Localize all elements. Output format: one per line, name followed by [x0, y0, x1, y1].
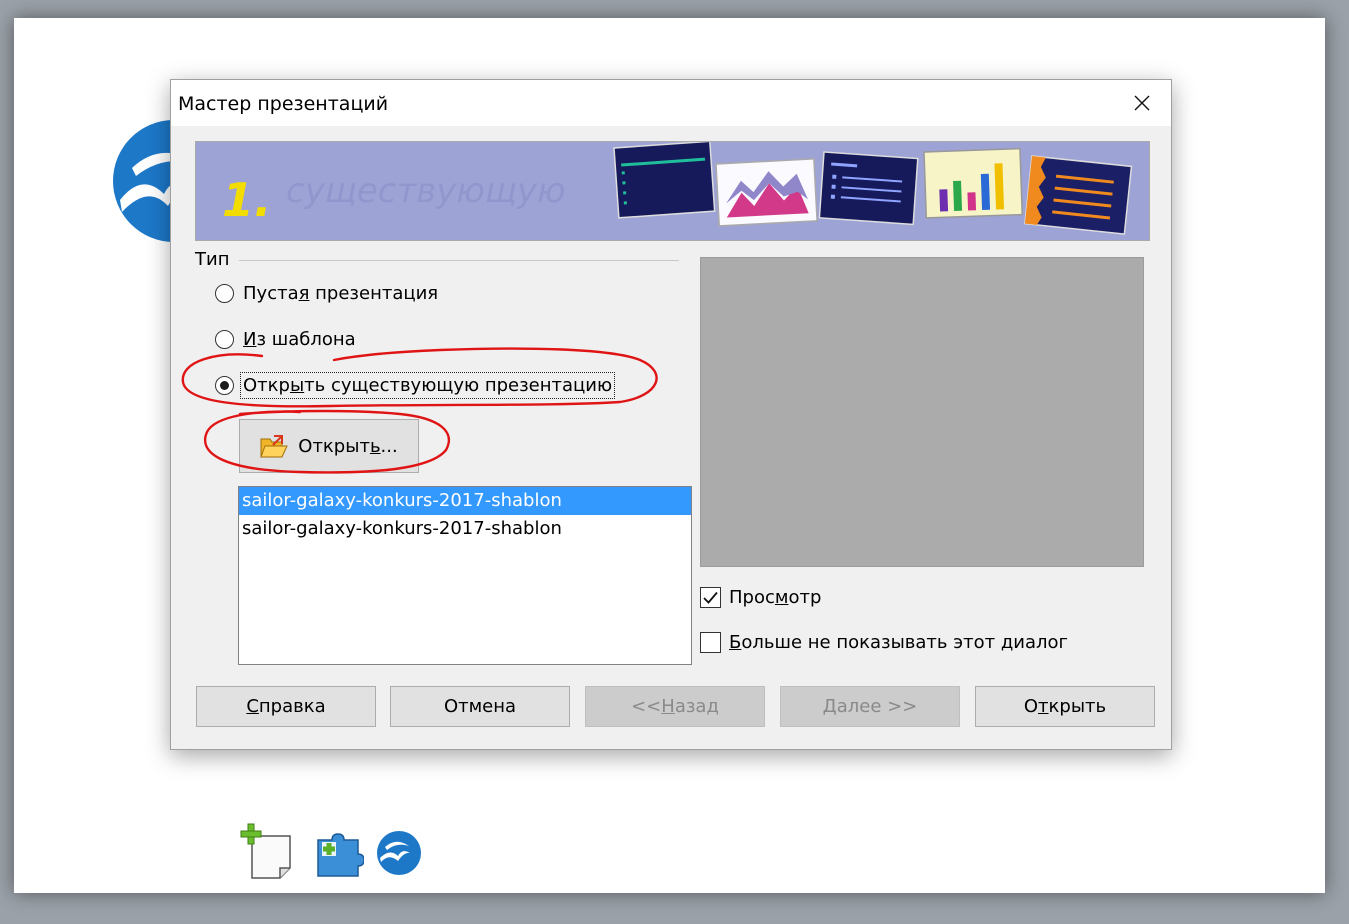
- preview-pane: [700, 257, 1144, 567]
- open-file-button-label: Открыть...: [298, 435, 398, 457]
- banner-slide-mountain-icon: [715, 158, 818, 227]
- extension-icon[interactable]: [314, 832, 365, 882]
- close-icon: [1134, 95, 1150, 111]
- list-item[interactable]: sailor-galaxy-konkurs-2017-shablon: [239, 515, 691, 543]
- radio-button[interactable]: [215, 330, 234, 349]
- new-document-icon[interactable]: [240, 822, 302, 884]
- dont-show-again-checkbox[interactable]: [700, 632, 721, 653]
- radio-button-checked[interactable]: [215, 376, 234, 395]
- list-item[interactable]: sailor-galaxy-konkurs-2017-shablon: [239, 487, 691, 515]
- banner-slide-orange-icon: [1024, 155, 1133, 235]
- radio-open-existing-presentation[interactable]: Открыть существующую презентацию: [215, 372, 616, 399]
- banner-slide-dark-icon: [613, 142, 716, 219]
- type-group-separator: [239, 260, 679, 261]
- radio-label: Пустая презентация: [243, 283, 439, 304]
- radio-from-template[interactable]: Из шаблона: [215, 329, 356, 350]
- radio-label: Из шаблона: [243, 329, 356, 350]
- recent-files-list[interactable]: sailor-galaxy-konkurs-2017-shablon sailo…: [238, 486, 692, 665]
- dialog-title: Мастер презентаций: [178, 93, 389, 115]
- close-button[interactable]: [1113, 80, 1171, 126]
- preview-checkbox[interactable]: [700, 587, 721, 608]
- preview-checkbox-label: Просмотр: [729, 587, 822, 608]
- next-button[interactable]: Далее >>: [780, 686, 960, 727]
- open-folder-icon: [260, 435, 289, 458]
- help-button[interactable]: Справка: [196, 686, 376, 727]
- svg-text:существующую: существующую: [286, 171, 566, 211]
- dont-show-again-checkbox-row[interactable]: Больше не показывать этот диалог: [700, 632, 1068, 653]
- radio-label: Открыть существующую презентацию: [239, 372, 616, 399]
- open-button[interactable]: От крыть: [975, 686, 1155, 727]
- dont-show-again-label: Больше не показывать этот диалог: [729, 632, 1068, 653]
- preview-checkbox-row[interactable]: Просмотр: [700, 587, 821, 608]
- checkmark-icon: [703, 591, 718, 604]
- open-file-button[interactable]: Открыть...: [239, 419, 419, 473]
- banner-slide-list-icon: [818, 151, 919, 226]
- openoffice-logo-small-icon[interactable]: [376, 830, 422, 880]
- cancel-button[interactable]: Отмена: [390, 686, 570, 727]
- radio-empty-presentation[interactable]: Пустая презентация: [215, 283, 438, 304]
- back-button[interactable]: << Назад: [585, 686, 765, 727]
- banner-step-number: 1.: [222, 173, 271, 227]
- banner-slide-bar-chart-icon: [923, 147, 1024, 219]
- type-group-label: Тип: [195, 249, 238, 270]
- presentation-wizard-dialog: Мастер презентаций существующую 1. Тип П…: [170, 79, 1172, 750]
- radio-button[interactable]: [215, 284, 234, 303]
- title-bar[interactable]: Мастер презентаций: [171, 80, 1171, 126]
- wizard-banner: существующую 1.: [195, 141, 1150, 241]
